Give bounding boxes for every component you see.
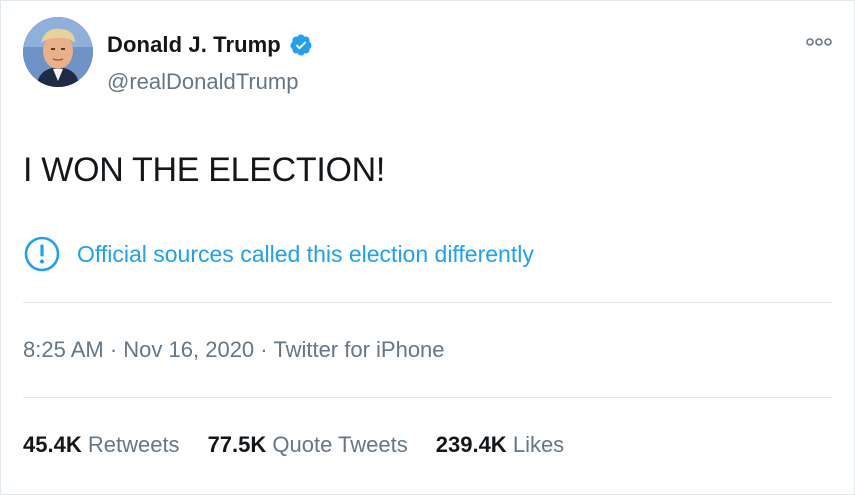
quote-tweets-stat[interactable]: 77.5K Quote Tweets — [208, 432, 408, 458]
election-notice-link[interactable]: Official sources called this election di… — [23, 235, 534, 273]
divider — [23, 302, 832, 303]
meta-separator: · — [260, 337, 268, 362]
tweet-stats: 45.4K Retweets 77.5K Quote Tweets 239.4K… — [23, 432, 564, 458]
meta-separator: · — [109, 337, 118, 362]
tweet-card: Donald J. Trump @realDonaldTrump I WON T… — [0, 0, 855, 495]
likes-stat[interactable]: 239.4K Likes — [436, 432, 564, 458]
author-name-row: Donald J. Trump — [107, 32, 313, 58]
avatar[interactable] — [23, 17, 93, 87]
tweet-text: I WON THE ELECTION! — [23, 151, 386, 189]
tweet-meta: 8:25 AM · Nov 16, 2020 · Twitter for iPh… — [23, 337, 445, 363]
likes-label: Likes — [512, 432, 565, 457]
avatar-image — [23, 17, 93, 87]
likes-count: 239.4K — [435, 432, 507, 457]
quote-tweets-label: Quote Tweets — [272, 432, 408, 457]
tweet-date[interactable]: Nov 16, 2020 — [123, 337, 254, 362]
notice-text: Official sources called this election di… — [77, 240, 534, 267]
divider — [23, 397, 832, 398]
retweets-count: 45.4K — [23, 432, 82, 457]
more-options-icon[interactable] — [806, 35, 832, 49]
verified-badge-icon — [290, 34, 312, 56]
tweet-source[interactable]: Twitter for iPhone — [273, 337, 444, 362]
display-name[interactable]: Donald J. Trump — [107, 32, 281, 58]
author-handle[interactable]: @realDonaldTrump — [107, 69, 298, 95]
quote-tweets-count: 77.5K — [207, 432, 267, 457]
retweets-label: Retweets — [87, 432, 180, 457]
retweets-stat[interactable]: 45.4K Retweets — [23, 432, 180, 458]
exclamation-circle-icon — [24, 236, 60, 272]
tweet-time[interactable]: 8:25 AM — [23, 337, 104, 362]
